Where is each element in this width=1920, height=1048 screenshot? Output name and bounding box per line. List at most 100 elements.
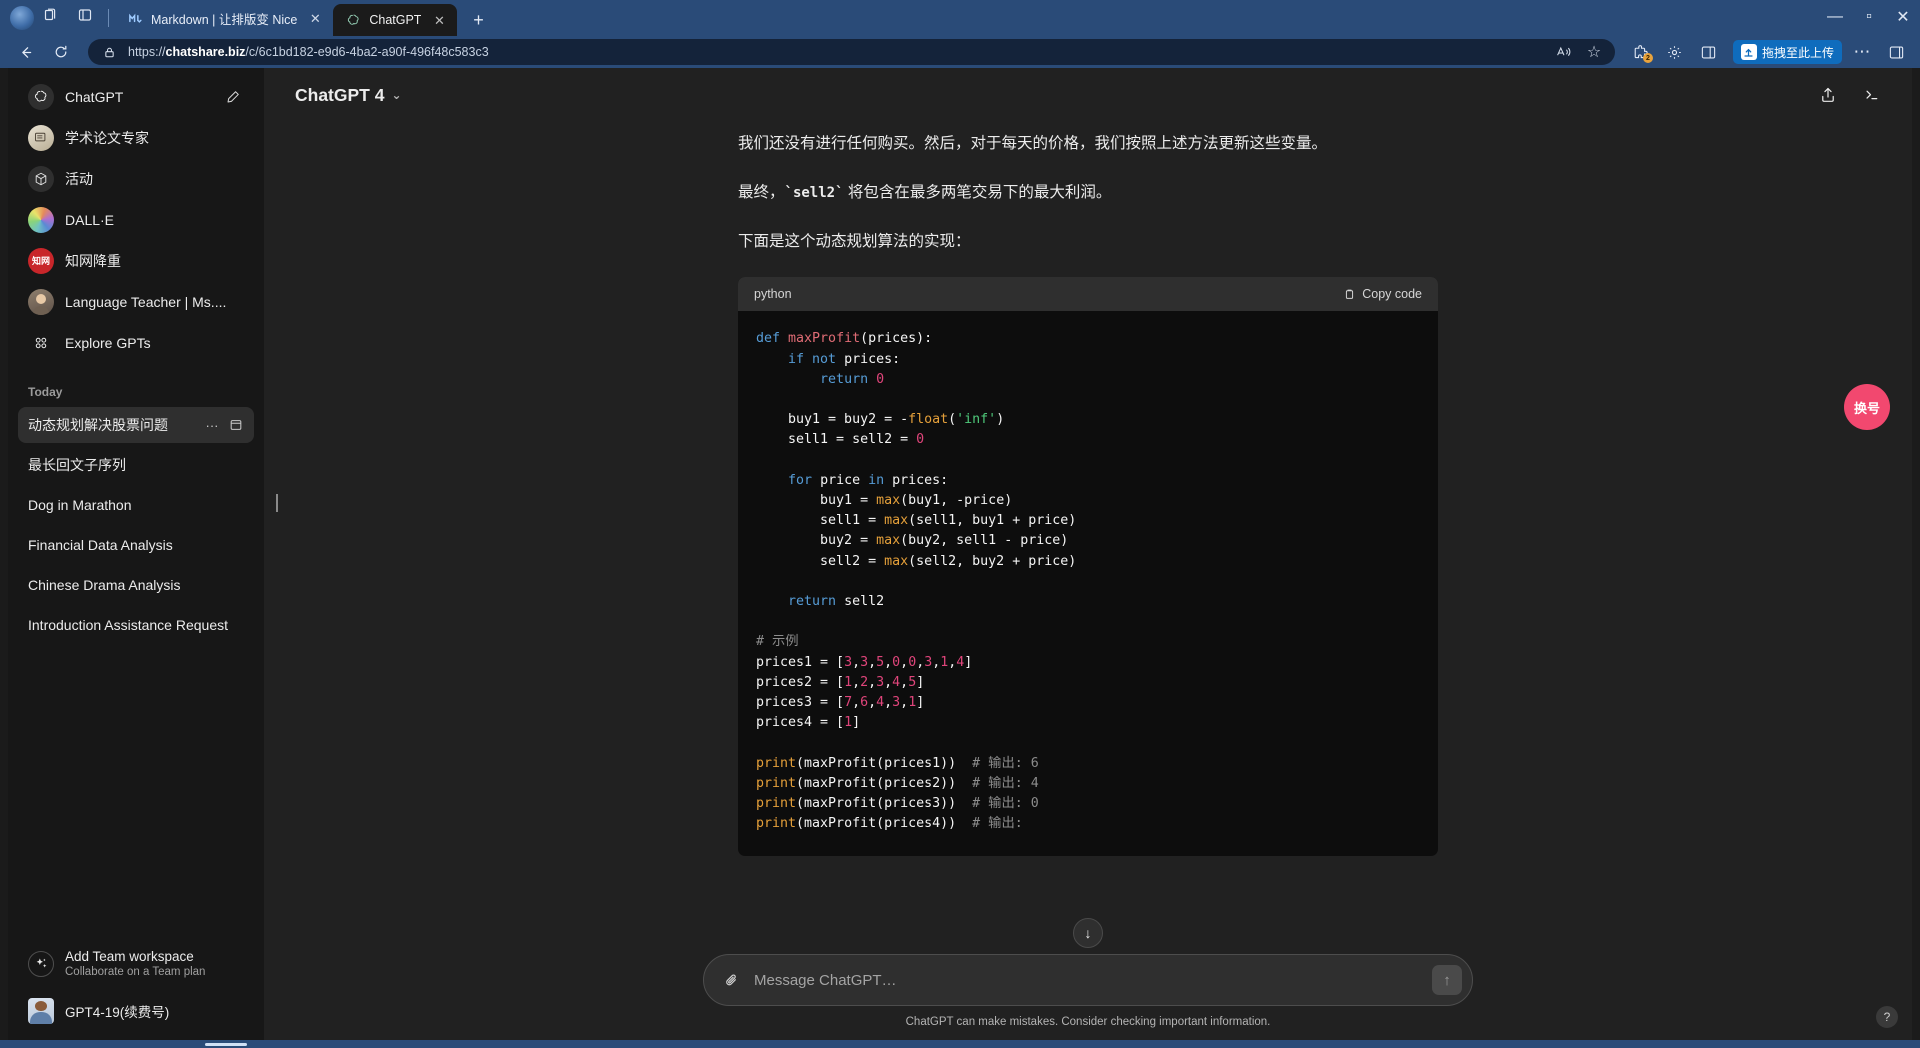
sidebar-item-chatgpt[interactable]: ChatGPT (18, 76, 254, 117)
sidebar-item-label: ChatGPT (65, 88, 124, 105)
window-minimize-button[interactable]: — (1818, 0, 1852, 34)
share-icon[interactable] (1810, 77, 1846, 113)
url-text: https://chatshare.biz/c/6c1bd182-e9d6-4b… (128, 45, 489, 59)
history-section-heading: Today (28, 385, 63, 399)
terminal-icon[interactable] (1854, 77, 1890, 113)
back-button[interactable] (10, 39, 40, 65)
tab-strip: Markdown | 让排版变 Nice ✕ ChatGPT ✕ + — ▫ ✕ (0, 0, 1920, 36)
team-text-group: Add Team workspace Collaborate on a Team… (65, 948, 205, 980)
text-cursor-artifact (276, 494, 278, 512)
history-item[interactable]: Chinese Drama Analysis (18, 567, 254, 603)
refresh-button[interactable] (46, 39, 76, 65)
paperclip-icon[interactable] (720, 969, 742, 991)
conversation-scroll-area[interactable]: 我们还没有进行任何购买。然后，对于每天的价格，我们按照上述方法更新这些变量。 最… (264, 122, 1912, 954)
address-bar[interactable]: https://chatshare.biz/c/6c1bd182-e9d6-4b… (88, 39, 1615, 65)
sidebar-item-label: 活动 (65, 170, 93, 187)
tab-title: Markdown | 让排版变 Nice (151, 12, 298, 27)
model-name: ChatGPT 4 (295, 84, 385, 105)
chatgpt-icon (345, 12, 361, 28)
send-button[interactable]: ↑ (1432, 965, 1462, 995)
history-item[interactable]: Introduction Assistance Request (18, 607, 254, 643)
code-content[interactable]: def maxProfit(prices): if not prices: re… (738, 311, 1438, 856)
sidebar-item-activity[interactable]: 活动 (18, 158, 254, 199)
code-block-header: python Copy code (738, 277, 1438, 312)
browser-settings-icon[interactable]: ⋯ (1848, 39, 1876, 65)
sidebar-item-label: 知网降重 (65, 252, 121, 269)
favorite-star-icon[interactable]: ☆ (1583, 41, 1605, 63)
extensions-icon[interactable]: 2 (1627, 39, 1655, 65)
list-item-label: Chinese Drama Analysis (28, 577, 181, 593)
account-button[interactable]: GPT4-19(续费号) (18, 990, 254, 1032)
sidebar-gpt-list: ChatGPT 学术论文专家 活动 DALL·E 知网 知网降重 Languag… (8, 76, 264, 363)
main-panel: ChatGPT 4 ⌄ 我们还没有进行任何购买。然后，对于每天的价格，我们按照上… (264, 68, 1912, 1040)
copy-code-button[interactable]: Copy code (1343, 287, 1422, 301)
history-item-active[interactable]: 动态规划解决股票问题 ··· (18, 407, 254, 443)
sidebar-item-explore-gpts[interactable]: Explore GPTs (18, 322, 254, 363)
list-item-label: Introduction Assistance Request (28, 617, 229, 633)
inline-code: `sell2` (784, 185, 844, 202)
browser-tab-markdown[interactable]: Markdown | 让排版变 Nice ✕ (115, 2, 333, 34)
browser-chrome: Markdown | 让排版变 Nice ✕ ChatGPT ✕ + — ▫ ✕ (0, 0, 1920, 68)
sidebar: ChatGPT 学术论文专家 活动 DALL·E 知网 知网降重 Languag… (8, 68, 264, 1040)
browser-tab-chatgpt[interactable]: ChatGPT ✕ (333, 4, 458, 36)
history-item[interactable]: Financial Data Analysis (18, 527, 254, 563)
more-options-icon[interactable]: ··· (204, 417, 220, 433)
window-close-button[interactable]: ✕ (1886, 0, 1920, 34)
list-item-label: Financial Data Analysis (28, 537, 173, 553)
chatgpt-logo-icon (28, 83, 54, 110)
code-line: prices3 = [7,6,4,3,1] (756, 695, 925, 711)
sidebar-item-academic-paper[interactable]: 学术论文专家 (18, 117, 254, 158)
close-icon[interactable]: ✕ (429, 10, 449, 30)
model-selector[interactable]: ChatGPT 4 ⌄ (286, 80, 411, 111)
browser-essentials-icon[interactable] (1661, 39, 1689, 65)
sidebar-item-label: Explore GPTs (65, 334, 151, 351)
new-chat-icon[interactable] (222, 86, 244, 108)
split-screen-icon[interactable] (1695, 39, 1723, 65)
code-line: # 示例 (756, 634, 799, 650)
code-line: return sell2 (788, 594, 885, 610)
code-block: python Copy code def maxProfit(prices): … (738, 277, 1438, 857)
academic-paper-icon (28, 124, 54, 151)
code-line: buy1 = buy2 = -float('inf') (756, 412, 1005, 428)
list-item-label: 动态规划解决股票问题 (28, 417, 168, 433)
sidebar-item-dalle[interactable]: DALL·E (18, 199, 254, 240)
history-item[interactable]: Dog in Marathon (18, 487, 254, 523)
sidebar-item-language-teacher[interactable]: Language Teacher | Ms.... (18, 281, 254, 322)
history-item-actions: ··· (204, 417, 244, 433)
sidebar-toggle-icon[interactable] (1882, 39, 1910, 65)
copy-code-label: Copy code (1362, 287, 1422, 302)
tab-actions-icon[interactable] (34, 0, 68, 32)
code-language-label: python (754, 287, 792, 302)
taskbar-active-indicator (205, 1043, 247, 1046)
close-icon[interactable]: ✕ (305, 8, 325, 28)
composer-area: ↑ ChatGPT can make mistakes. Consider ch… (264, 954, 1912, 1040)
team-title: Add Team workspace (65, 948, 194, 964)
main-header: ChatGPT 4 ⌄ (264, 68, 1912, 122)
extension-badge-count: 2 (1642, 53, 1653, 63)
history-item[interactable]: 最长回文子序列 (18, 447, 254, 483)
help-button[interactable]: ? (1876, 1006, 1898, 1028)
upload-drop-pill[interactable]: 拖拽至此上传 (1732, 40, 1842, 64)
add-team-workspace-button[interactable]: Add Team workspace Collaborate on a Team… (18, 940, 254, 988)
read-aloud-icon[interactable] (1553, 41, 1575, 63)
tabstrip-divider (108, 9, 109, 27)
code-line: if not prices: (788, 351, 901, 367)
activity-cube-icon (28, 165, 54, 192)
search-input[interactable] (754, 971, 1420, 989)
sidebar-item-cnki[interactable]: 知网 知网降重 (18, 240, 254, 281)
browser-toolbar: https://chatshare.biz/c/6c1bd182-e9d6-4b… (0, 36, 1920, 68)
taskbar (0, 1040, 1920, 1048)
tab-list-icon[interactable] (68, 0, 102, 32)
switch-account-floating-button[interactable]: 换号 (1844, 384, 1890, 430)
archive-icon[interactable] (228, 417, 244, 433)
scroll-to-bottom-button[interactable]: ↓ (1073, 918, 1103, 948)
browser-profile-avatar[interactable] (10, 6, 34, 30)
message-composer[interactable]: ↑ (703, 954, 1473, 1006)
language-teacher-icon (28, 288, 54, 315)
window-maximize-button[interactable]: ▫ (1852, 0, 1886, 34)
new-tab-button[interactable]: + (465, 7, 491, 33)
upload-icon (1740, 44, 1757, 60)
